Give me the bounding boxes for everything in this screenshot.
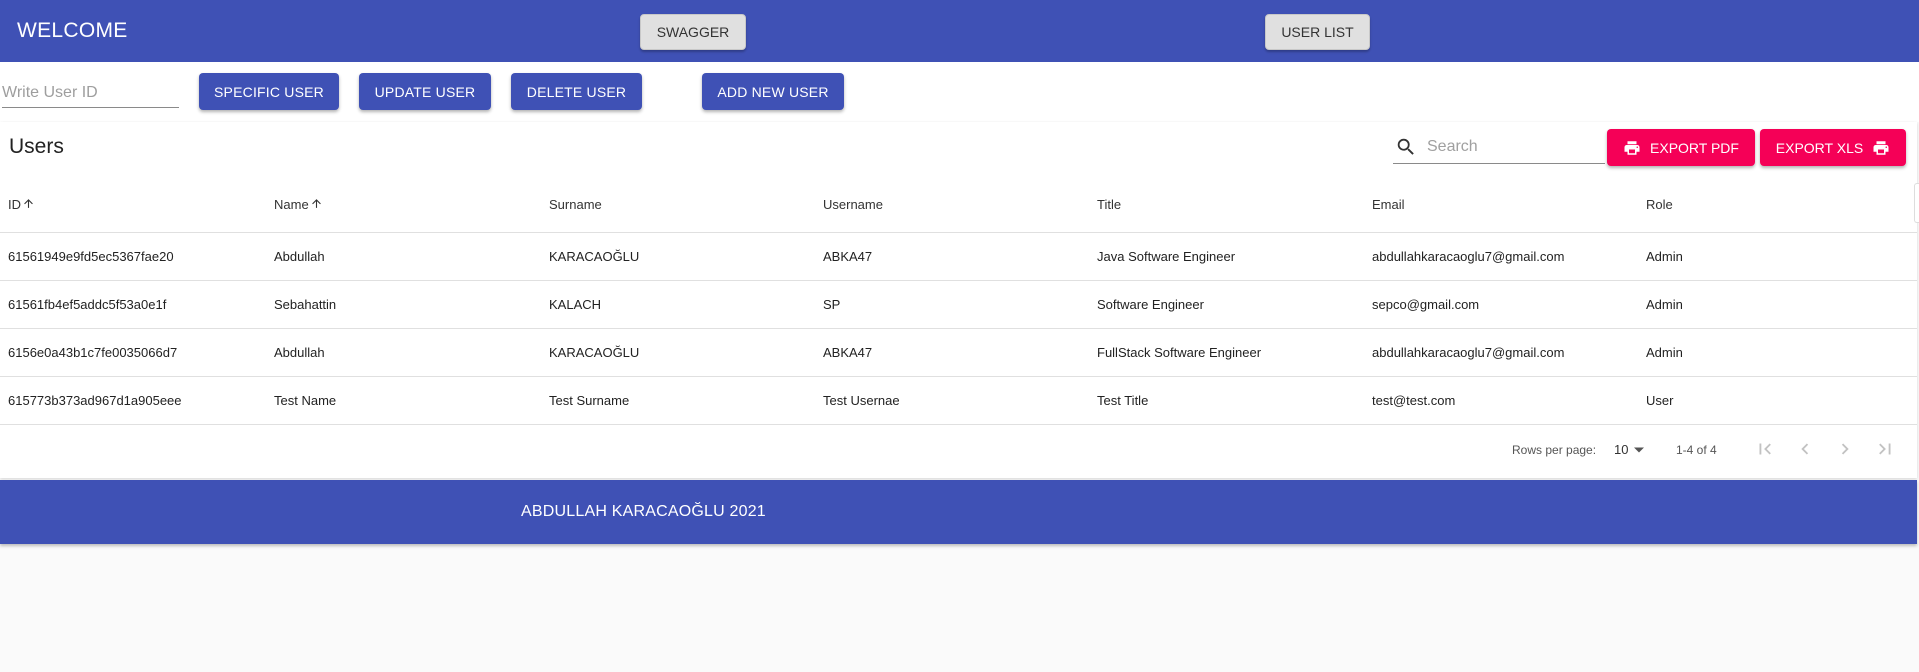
delete-user-button[interactable]: DELETE USER [511, 73, 642, 110]
rows-per-page-label: Rows per page: [1512, 443, 1597, 457]
action-bar: SPECIFIC USER UPDATE USER DELETE USER AD… [0, 62, 1919, 122]
column-header-username[interactable]: Username [823, 178, 1097, 233]
table-pagination: Rows per page: 10 1-4 of 4 [0, 418, 1917, 478]
column-header-email[interactable]: Email [1372, 178, 1646, 233]
cell-role: Admin [1646, 328, 1917, 377]
table-title: Users [9, 135, 64, 158]
first-page-button[interactable] [1754, 438, 1776, 460]
cell-surname: KARACAOĞLU [549, 232, 823, 281]
rows-per-page-value: 10 [1614, 442, 1629, 457]
cell-title: Test Title [1097, 376, 1372, 425]
export-xls-label: EXPORT XLS [1775, 139, 1864, 156]
export-xls-button[interactable]: EXPORT XLS [1760, 129, 1906, 166]
cell-email: abdullahkaracaoglu7@gmail.com [1372, 232, 1646, 281]
cell-surname: KARACAOĞLU [549, 328, 823, 377]
arrow-up-icon [24, 199, 33, 209]
app-header: WELCOME SWAGGER USER LIST [0, 0, 1919, 62]
column-header-id[interactable]: ID [0, 178, 274, 233]
cell-surname: Test Surname [549, 376, 823, 425]
next-page-icon [1841, 443, 1849, 455]
column-header-title[interactable]: Title [1097, 178, 1372, 233]
cell-email: abdullahkaracaoglu7@gmail.com [1372, 328, 1646, 377]
users-table: ID Name Surname Username Title Email Rol… [0, 178, 1917, 425]
cell-role: User [1646, 376, 1917, 425]
cell-username: Test Usernae [823, 376, 1097, 425]
last-page-icon [1879, 443, 1891, 455]
cell-username: ABKA47 [823, 232, 1097, 281]
last-page-button[interactable] [1874, 438, 1896, 460]
cell-name: Sebahattin [274, 280, 549, 329]
cell-username: SP [823, 280, 1097, 329]
cell-title: Java Software Engineer [1097, 232, 1372, 281]
printer-icon [1873, 140, 1889, 155]
update-user-button[interactable]: UPDATE USER [359, 73, 491, 110]
cell-name: Test Name [274, 376, 549, 425]
previous-page-button[interactable] [1794, 438, 1816, 460]
pagination-range: 1-4 of 4 [1676, 443, 1717, 457]
app-footer: ABDULLAH KARACAOĞLU 2021 [0, 480, 1917, 544]
user-list-button[interactable]: USER LIST [1265, 14, 1370, 50]
cell-title: Software Engineer [1097, 280, 1372, 329]
users-table-panel: Users EXPORT PDF EXPORT XLS ID Name Surn… [0, 122, 1917, 478]
cell-name: Abdullah [274, 328, 549, 377]
footer-text: ABDULLAH KARACAOĞLU 2021 [521, 503, 766, 520]
search-icon [1395, 136, 1417, 158]
first-page-icon [1759, 443, 1771, 455]
table-header-row: ID Name Surname Username Title Email Rol… [0, 178, 1917, 233]
cell-title: FullStack Software Engineer [1097, 328, 1372, 377]
export-pdf-button[interactable]: EXPORT PDF [1607, 129, 1755, 166]
cell-email: test@test.com [1372, 376, 1646, 425]
table-row[interactable]: 615773b373ad967d1a905eee Test Name Test … [0, 376, 1917, 425]
specific-user-button[interactable]: SPECIFIC USER [199, 73, 339, 110]
search-input[interactable] [1427, 134, 1597, 160]
prev-page-icon [1801, 443, 1809, 455]
rows-per-page-select[interactable]: 10 [1614, 442, 1645, 457]
table-row[interactable]: 61561949e9fd5ec5367fae20 Abdullah KARACA… [0, 232, 1917, 281]
add-new-user-button[interactable]: ADD NEW USER [702, 73, 844, 110]
cell-id: 615773b373ad967d1a905eee [0, 376, 274, 425]
cell-id: 6156e0a43b1c7fe0035066d7 [0, 328, 274, 377]
cell-surname: KALACH [549, 280, 823, 329]
cell-id: 61561fb4ef5addc5f53a0e1f [0, 280, 274, 329]
printer-icon [1624, 140, 1640, 155]
app-brand: WELCOME [17, 19, 128, 42]
column-header-name[interactable]: Name [274, 178, 549, 233]
scrollbar-tab[interactable] [1914, 183, 1919, 223]
cell-email: sepco@gmail.com [1372, 280, 1646, 329]
search-field [1393, 132, 1605, 164]
table-row[interactable]: 61561fb4ef5addc5f53a0e1f Sebahattin KALA… [0, 280, 1917, 329]
next-page-button[interactable] [1834, 438, 1856, 460]
column-header-role[interactable]: Role [1646, 178, 1917, 233]
cell-role: Admin [1646, 280, 1917, 329]
cell-role: Admin [1646, 232, 1917, 281]
cell-name: Abdullah [274, 232, 549, 281]
export-pdf-label: EXPORT PDF [1650, 139, 1739, 156]
swagger-button[interactable]: SWAGGER [640, 14, 746, 50]
user-id-input[interactable] [2, 78, 179, 108]
arrow-up-icon [311, 199, 321, 209]
dropdown-arrow-icon [1634, 447, 1645, 452]
column-header-surname[interactable]: Surname [549, 178, 823, 233]
cell-id: 61561949e9fd5ec5367fae20 [0, 232, 274, 281]
cell-username: ABKA47 [823, 328, 1097, 377]
table-row[interactable]: 6156e0a43b1c7fe0035066d7 Abdullah KARACA… [0, 328, 1917, 377]
